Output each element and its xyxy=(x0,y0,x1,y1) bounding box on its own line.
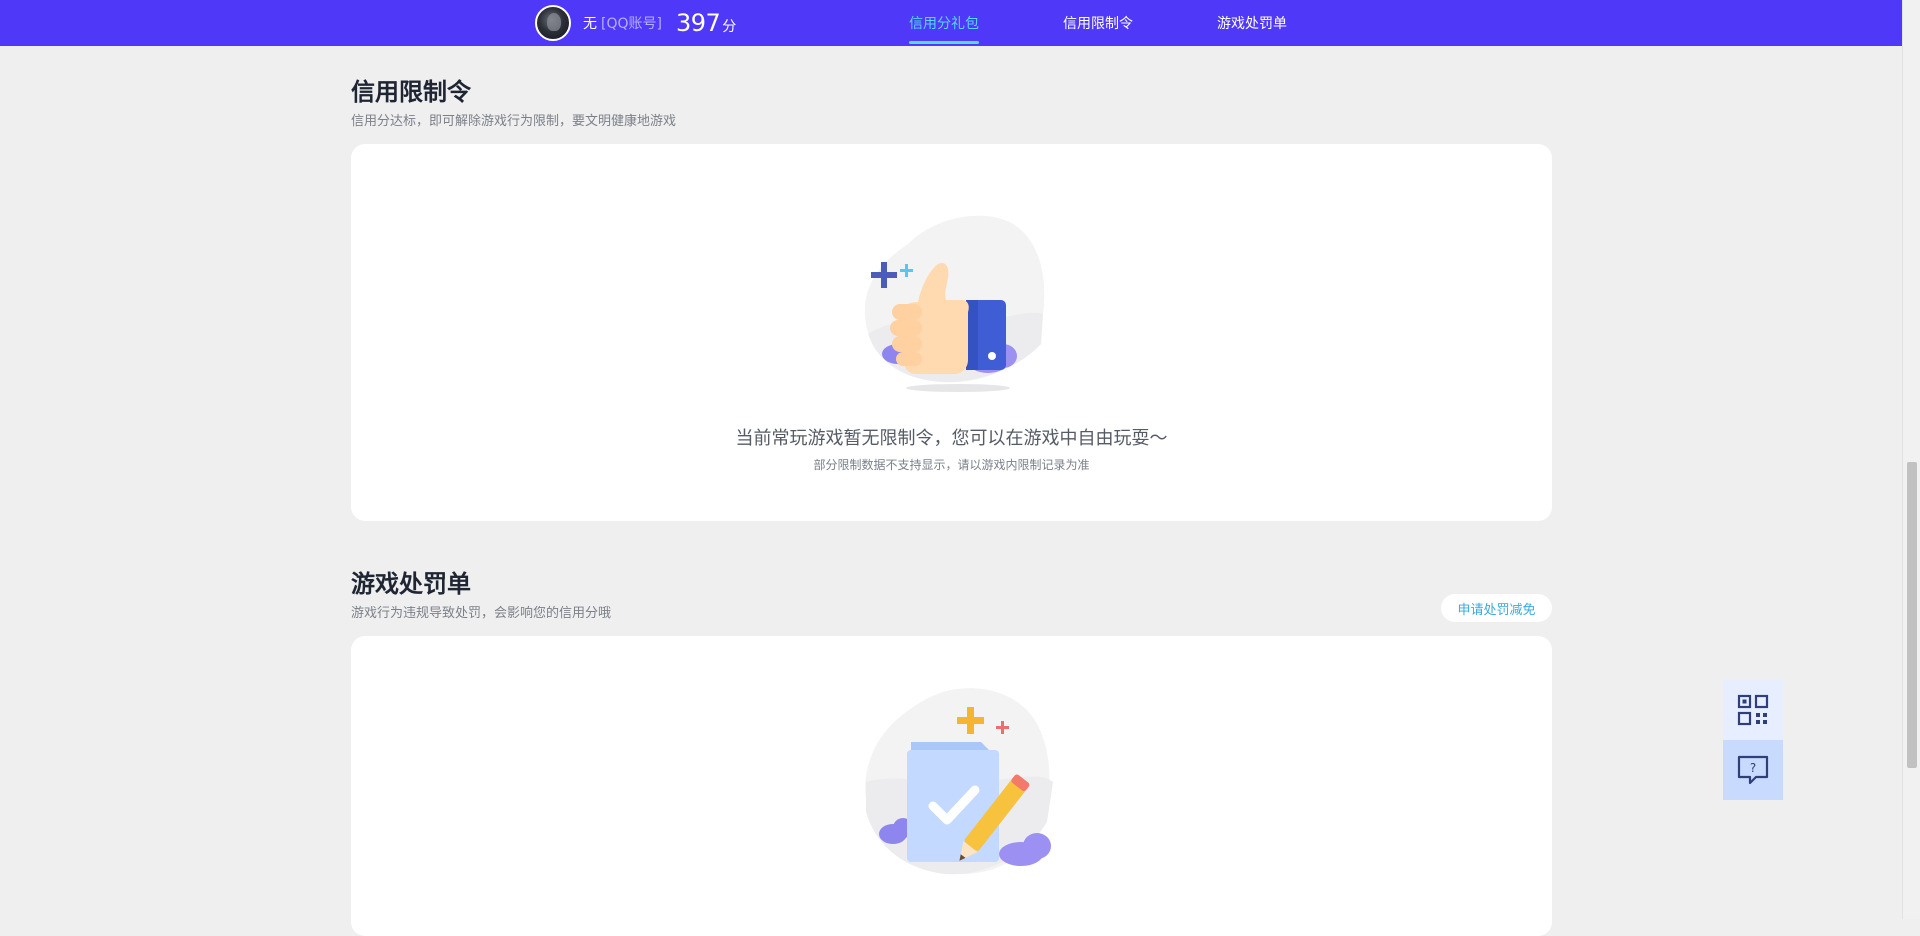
penalty-card xyxy=(351,636,1552,936)
floating-tools: ? xyxy=(1723,680,1783,800)
nav-tab-restriction[interactable]: 信用限制令 xyxy=(1063,0,1133,46)
top-nav-bar: 无 [QQ账号] 397 分 信用分礼包 信用限制令 游戏处罚单 xyxy=(0,0,1902,46)
score-unit: 分 xyxy=(722,19,737,35)
help-button[interactable]: ? xyxy=(1723,740,1783,800)
nav-tab-penalty[interactable]: 游戏处罚单 xyxy=(1217,0,1287,46)
document-check-icon xyxy=(865,688,1053,875)
svg-text:?: ? xyxy=(1750,761,1756,775)
apply-penalty-reduction-button[interactable]: 申请处罚减免 xyxy=(1441,594,1552,622)
credit-score: 397 xyxy=(675,9,721,37)
restriction-card: 当前常玩游戏暂无限制令，您可以在游戏中自由玩耍～ 部分限制数据不支持显示，请以游… xyxy=(351,144,1552,521)
penalty-section-title: 游戏处罚单 xyxy=(351,570,471,598)
user-name: 无 xyxy=(583,16,597,32)
scrollbar-thumb[interactable] xyxy=(1907,462,1917,768)
page-scrollbar[interactable] xyxy=(1902,0,1920,919)
account-type: [QQ账号] xyxy=(601,16,662,32)
avatar[interactable] xyxy=(535,5,571,41)
restriction-empty-message: 当前常玩游戏暂无限制令，您可以在游戏中自由玩耍～ xyxy=(735,428,1168,449)
penalty-section-subtitle: 游戏行为违规导致处罚，会影响您的信用分哦 xyxy=(351,606,612,621)
user-info: 无 [QQ账号] 397 分 xyxy=(535,5,736,41)
thumbs-up-icon xyxy=(864,215,1045,392)
qr-code-icon xyxy=(1737,694,1769,726)
nav-tab-credit-gift[interactable]: 信用分礼包 xyxy=(909,0,979,46)
restriction-empty-note: 部分限制数据不支持显示，请以游戏内限制记录为准 xyxy=(813,458,1090,472)
restriction-section-subtitle: 信用分达标，即可解除游戏行为限制，要文明健康地游戏 xyxy=(351,114,677,129)
restriction-section-title: 信用限制令 xyxy=(351,78,471,106)
qr-code-button[interactable] xyxy=(1723,680,1783,740)
help-chat-icon: ? xyxy=(1737,755,1769,785)
